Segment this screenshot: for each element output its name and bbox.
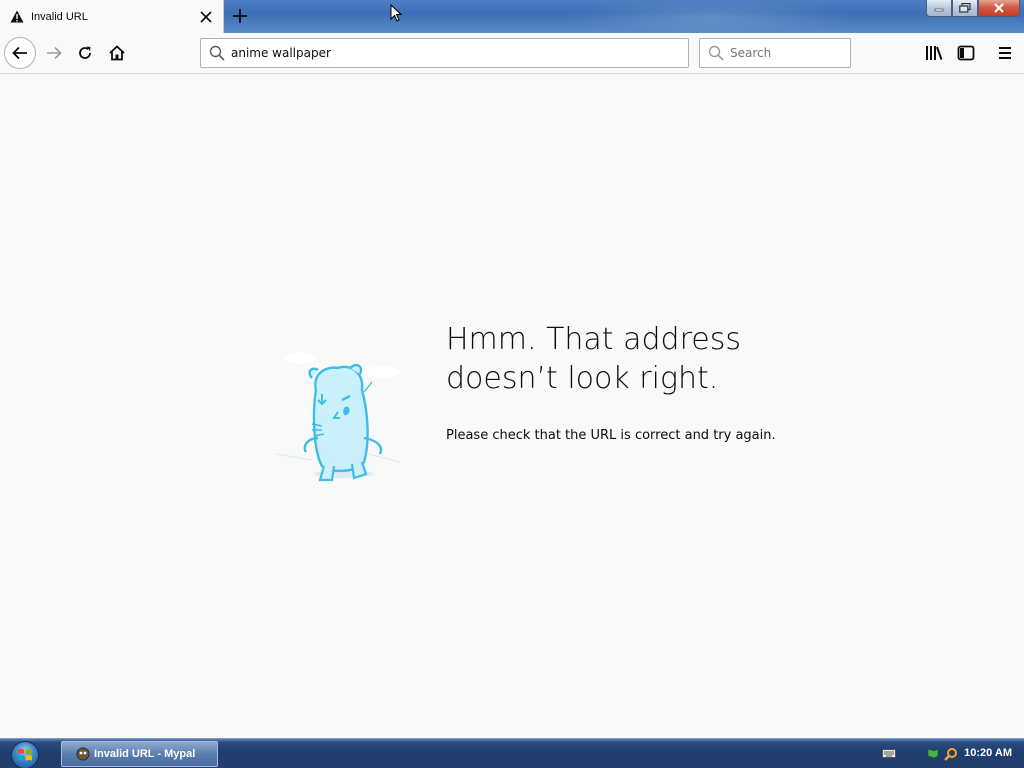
hamburger-menu-icon bbox=[999, 47, 1011, 59]
error-title: Hmm. That address doesn’t look right. bbox=[446, 320, 806, 398]
system-tray: 10:20 AM bbox=[864, 739, 1024, 768]
error-page: Hmm. That address doesn’t look right. Pl… bbox=[0, 74, 1024, 738]
back-button[interactable] bbox=[4, 37, 36, 69]
keyboard-icon[interactable] bbox=[882, 749, 896, 758]
back-arrow-icon bbox=[12, 46, 27, 60]
minimize-button[interactable] bbox=[926, 0, 952, 17]
start-button[interactable] bbox=[8, 740, 42, 768]
title-bar: Invalid URL bbox=[0, 0, 1024, 33]
url-input[interactable] bbox=[231, 46, 651, 60]
warning-icon bbox=[10, 10, 24, 23]
error-description: Please check that the URL is correct and… bbox=[446, 428, 776, 443]
home-icon bbox=[109, 45, 125, 61]
mypal-app-icon bbox=[76, 747, 90, 761]
minimize-icon bbox=[934, 8, 944, 12]
search-input[interactable] bbox=[730, 46, 840, 60]
tab-invalid-url[interactable]: Invalid URL bbox=[0, 0, 224, 33]
forward-arrow-icon bbox=[47, 46, 62, 60]
network-icon[interactable] bbox=[926, 747, 940, 761]
magnifier-icon[interactable] bbox=[944, 747, 958, 761]
search-icon bbox=[708, 45, 724, 61]
menu-button[interactable] bbox=[989, 37, 1021, 69]
home-button[interactable] bbox=[101, 37, 133, 69]
window-controls bbox=[926, 0, 1020, 17]
taskbar-item-mypal[interactable]: Invalid URL - Mypal bbox=[61, 741, 218, 767]
library-button[interactable] bbox=[918, 37, 950, 69]
tab-close-icon[interactable] bbox=[199, 9, 213, 23]
url-bar[interactable] bbox=[200, 38, 689, 68]
new-tab-plus-icon[interactable] bbox=[231, 7, 249, 25]
reload-button[interactable] bbox=[69, 37, 101, 69]
restore-button[interactable] bbox=[952, 0, 978, 17]
search-icon bbox=[209, 45, 225, 61]
reload-icon bbox=[79, 46, 91, 59]
mouse-cursor-icon bbox=[390, 4, 402, 22]
sidebar-icon bbox=[957, 45, 975, 61]
restore-icon bbox=[959, 3, 971, 13]
sidebar-button[interactable] bbox=[950, 37, 982, 69]
search-bar[interactable] bbox=[699, 38, 851, 68]
tab-title: Invalid URL bbox=[31, 10, 88, 23]
forward-button[interactable] bbox=[38, 37, 70, 69]
close-window-button[interactable] bbox=[978, 0, 1020, 17]
clock[interactable]: 10:20 AM bbox=[964, 747, 1012, 759]
navigation-toolbar bbox=[0, 33, 1024, 74]
library-icon bbox=[926, 46, 943, 60]
error-title-line1: Hmm. That address bbox=[446, 322, 741, 357]
close-icon bbox=[994, 3, 1004, 13]
taskbar-item-label: Invalid URL - Mypal bbox=[94, 748, 196, 760]
taskbar: Invalid URL - Mypal 10:20 AM bbox=[0, 738, 1024, 768]
windows-start-orb-icon bbox=[11, 741, 39, 768]
confused-hamster-illustration bbox=[275, 352, 401, 482]
error-title-line2: doesn’t look right. bbox=[446, 361, 719, 396]
